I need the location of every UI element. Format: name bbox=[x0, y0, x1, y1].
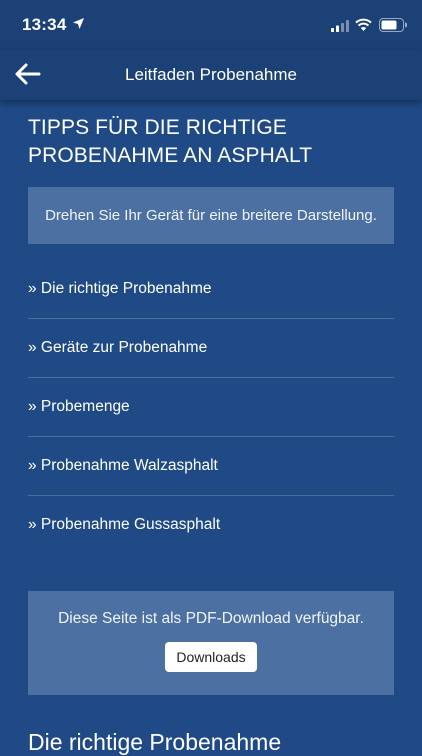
download-box: Diese Seite ist als PDF-Download verfügb… bbox=[28, 591, 394, 695]
page-heading: TIPPS FÜR DIE RICHTIGE PROBENAHME AN ASP… bbox=[28, 116, 313, 167]
link-geraete-zur-probenahme[interactable]: » Geräte zur Probenahme bbox=[28, 319, 394, 378]
link-probenahme-gussasphalt[interactable]: » Probenahme Gussasphalt bbox=[28, 496, 394, 554]
rotate-notice: Drehen Sie Ihr Gerät für eine breitere D… bbox=[28, 187, 394, 244]
nav-bar: Leitfaden Probenahme bbox=[0, 50, 422, 100]
rotate-notice-text: Drehen Sie Ihr Gerät für eine breitere D… bbox=[45, 207, 377, 224]
downloads-button[interactable]: Downloads bbox=[165, 642, 257, 672]
status-bar: 13:34 bbox=[0, 0, 422, 50]
download-text: Diese Seite ist als PDF-Download verfügb… bbox=[58, 610, 364, 627]
location-arrow-icon bbox=[73, 18, 84, 29]
wifi-icon bbox=[355, 18, 372, 31]
nav-title: Leitfaden Probenahme bbox=[124, 65, 298, 84]
link-die-richtige-probenahme[interactable]: » Die richtige Probenahme bbox=[28, 260, 394, 319]
cellular-signal-icon bbox=[331, 20, 349, 32]
main-content: TIPPS FÜR DIE RICHTIGE PROBENAHME AN ASP… bbox=[28, 100, 394, 756]
battery-icon bbox=[379, 18, 407, 32]
section-heading: Die richtige Probenahme bbox=[28, 729, 282, 755]
link-probenahme-walzasphalt[interactable]: » Probenahme Walzasphalt bbox=[28, 437, 394, 496]
status-time: 13:34 bbox=[22, 15, 67, 34]
section-links: » Die richtige Probenahme » Geräte zur P… bbox=[28, 260, 394, 554]
link-probemenge[interactable]: » Probemenge bbox=[28, 378, 394, 437]
